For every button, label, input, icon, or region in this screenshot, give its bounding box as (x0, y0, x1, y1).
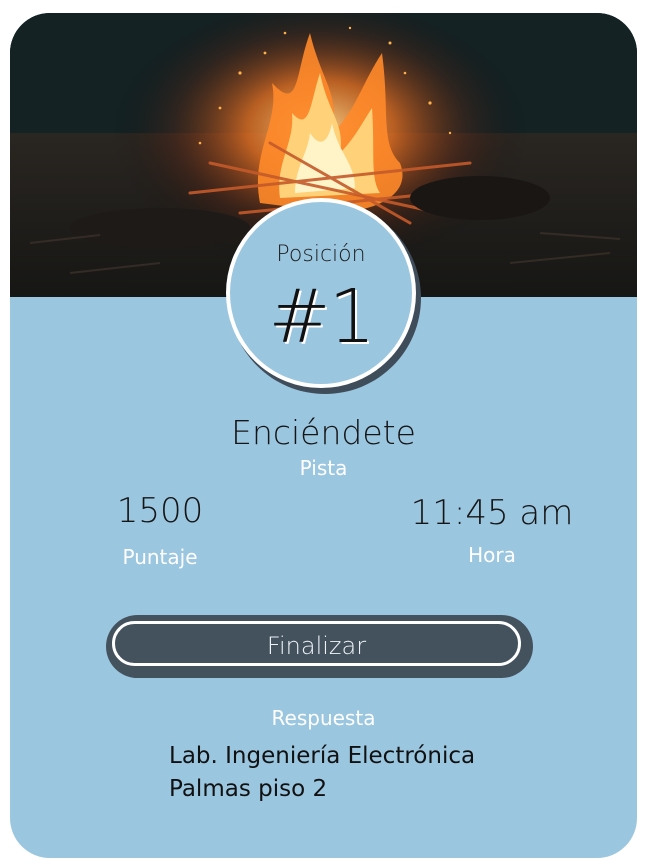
finish-button-frame: Finalizar (106, 615, 533, 678)
time-value: 11:45 am (410, 493, 574, 533)
time-stat: 11:45 am Hora (402, 493, 582, 567)
answer-label: Respuesta (271, 706, 376, 730)
position-badge: Posición #1 (226, 198, 416, 388)
answer-text: Lab. Ingeniería Electrónica Palmas piso … (169, 740, 475, 806)
answer-line-2: Palmas piso 2 (169, 776, 328, 802)
position-label: Posición (276, 242, 366, 267)
score-value: 1500 (116, 491, 204, 531)
track-title: Enciéndete (231, 413, 416, 452)
time-label: Hora (468, 543, 516, 567)
position-number: #1 (268, 274, 375, 360)
score-label: Puntaje (122, 545, 198, 569)
result-card: Posición #1 Enciéndete Pista 1500 Puntaj… (10, 13, 637, 858)
answer-line-1: Lab. Ingeniería Electrónica (169, 743, 476, 769)
score-stat: 1500 Puntaje (100, 491, 220, 569)
track-caption: Pista (299, 456, 348, 480)
finish-button[interactable]: Finalizar (112, 621, 521, 666)
